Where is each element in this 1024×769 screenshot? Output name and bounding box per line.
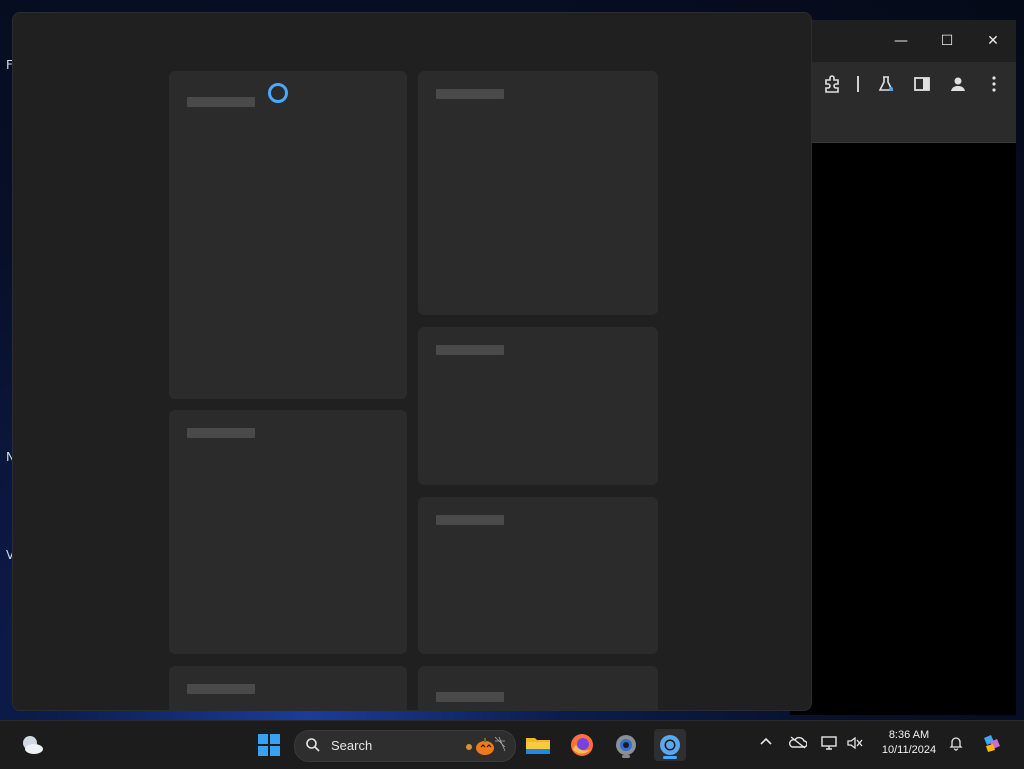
- side-panel-icon[interactable]: [912, 74, 932, 94]
- volume-muted-icon[interactable]: [846, 735, 864, 753]
- loading-panel: [12, 12, 812, 711]
- active-indicator: [663, 756, 677, 759]
- running-indicator: [622, 755, 630, 758]
- skeleton-title-bar: [436, 515, 504, 525]
- system-clock[interactable]: 8:36 AM 10/11/2024: [872, 728, 946, 758]
- search-placeholder: Search: [331, 738, 373, 753]
- skeleton-card: [418, 666, 658, 710]
- skeleton-title-bar: [187, 428, 255, 438]
- background-browser-window: — ☐ ✕: [790, 20, 1016, 715]
- chevron-up-icon[interactable]: [757, 735, 775, 753]
- skeleton-card: [418, 327, 658, 485]
- more-menu-icon[interactable]: [984, 74, 1004, 94]
- labs-flask-icon[interactable]: [876, 74, 896, 94]
- skeleton-title-bar: [187, 97, 255, 107]
- skeleton-title-bar: [436, 345, 504, 355]
- file-explorer-icon[interactable]: [522, 729, 554, 761]
- maximize-button[interactable]: ☐: [934, 28, 960, 54]
- browser-titlebar: — ☐ ✕: [790, 20, 1016, 62]
- skeleton-title-bar: [436, 89, 504, 99]
- clock-date: 10/11/2024: [881, 744, 937, 756]
- skeleton-card: [169, 666, 407, 710]
- skeleton-card: [418, 71, 658, 315]
- settings-icon[interactable]: [610, 729, 642, 761]
- copilot-icon[interactable]: [980, 732, 1004, 756]
- search-icon: [305, 737, 321, 757]
- skeleton-title-bar: [436, 692, 504, 702]
- extensions-icon[interactable]: [822, 74, 842, 94]
- notification-bell-icon[interactable]: [947, 735, 965, 753]
- widgets-icon[interactable]: [16, 729, 48, 761]
- close-button[interactable]: ✕: [980, 28, 1006, 54]
- skeleton-card: [418, 497, 658, 654]
- toolbar-divider: [857, 76, 859, 92]
- skeleton-card: [169, 71, 407, 399]
- network-icon[interactable]: [820, 735, 838, 753]
- chrome-icon[interactable]: [654, 729, 686, 761]
- clock-time: 8:36 AM: [888, 729, 930, 741]
- onedrive-icon[interactable]: [789, 735, 808, 753]
- halloween-pumpkin-icon: [463, 735, 507, 761]
- start-icon[interactable]: [253, 729, 285, 761]
- skeleton-title-bar: [187, 684, 255, 694]
- profile-icon[interactable]: [948, 74, 968, 94]
- firefox-icon[interactable]: [566, 729, 598, 761]
- taskbar-search-box[interactable]: Search: [294, 730, 516, 762]
- minimize-button[interactable]: —: [888, 28, 914, 54]
- skeleton-card: [169, 410, 407, 654]
- taskbar: Search 8:36 AM 10/11/2024: [0, 720, 1024, 769]
- loading-spinner-icon: [268, 83, 288, 103]
